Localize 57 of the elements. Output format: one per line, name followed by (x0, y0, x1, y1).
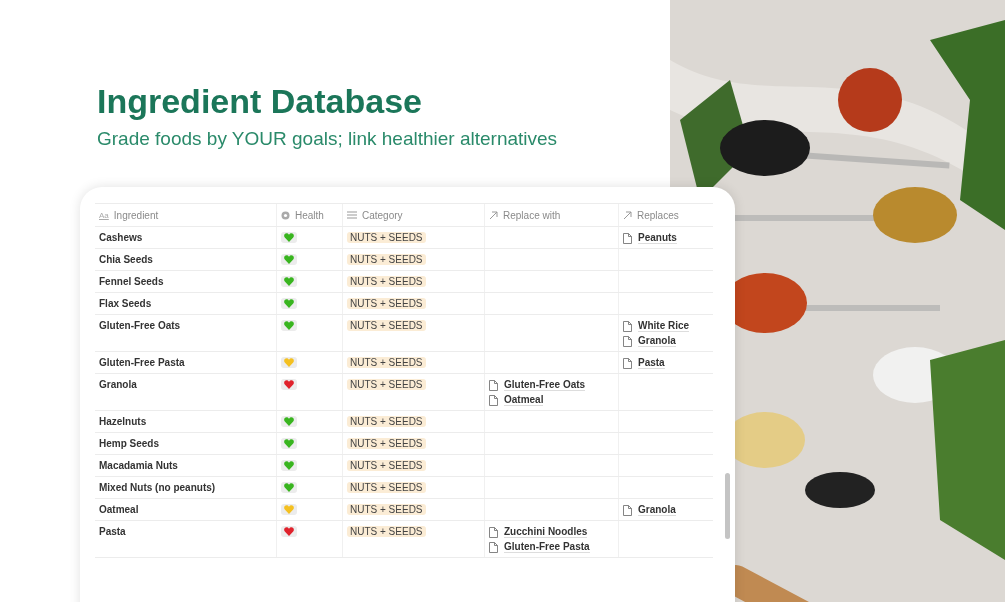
category-tag: NUTS + SEEDS (347, 504, 426, 515)
page-link[interactable]: Granola (638, 504, 676, 516)
page-link[interactable]: Pasta (638, 357, 665, 369)
column-header[interactable]: Replace with (503, 209, 561, 221)
category-tag: NUTS + SEEDS (347, 357, 426, 368)
page-icon (489, 394, 498, 406)
page-link[interactable]: Gluten-Free Oats (504, 379, 586, 391)
page-icon (489, 541, 498, 553)
ingredient-name[interactable]: Pasta (99, 526, 126, 537)
category-tag: NUTS + SEEDS (347, 276, 426, 287)
page-link[interactable]: Gluten-Free Pasta (504, 541, 590, 553)
column-header[interactable]: Replaces (637, 209, 679, 221)
text-type-icon: Aa (99, 210, 109, 220)
page-icon (623, 357, 632, 369)
category-tag: NUTS + SEEDS (347, 298, 426, 309)
page-link[interactable]: Zucchini Noodles (504, 526, 588, 538)
page-icon (623, 232, 632, 244)
page-link[interactable]: Oatmeal (504, 394, 544, 406)
select-type-icon (281, 210, 290, 220)
category-tag: NUTS + SEEDS (347, 460, 426, 471)
category-tag: NUTS + SEEDS (347, 482, 426, 493)
column-header[interactable]: Health (295, 209, 324, 221)
column-header[interactable]: Ingredient (113, 209, 159, 221)
ingredient-name[interactable]: Gluten-Free Pasta (99, 357, 185, 368)
page-icon (623, 335, 632, 347)
arrow-icon (623, 210, 632, 220)
page-link[interactable]: White Rice (638, 320, 690, 332)
category-tag: NUTS + SEEDS (347, 320, 426, 331)
page-icon (623, 320, 632, 332)
column-header[interactable]: Category (362, 209, 403, 221)
page-title: Ingredient Database (97, 81, 423, 122)
ingredient-name[interactable]: Oatmeal (99, 504, 139, 515)
ingredient-name[interactable]: Flax Seeds (99, 298, 152, 309)
page-link[interactable]: Peanuts (638, 232, 677, 244)
ingredient-name[interactable]: Macadamia Nuts (99, 460, 178, 471)
ingredient-name[interactable]: Fennel Seeds (99, 276, 164, 287)
page-icon (489, 526, 498, 538)
ingredient-name[interactable]: Cashews (99, 232, 143, 243)
category-tag: NUTS + SEEDS (347, 254, 426, 265)
ingredient-name[interactable]: Gluten-Free Oats (99, 320, 181, 331)
ingredient-name[interactable]: Hemp Seeds (99, 438, 160, 449)
page-subtitle: Grade foods by YOUR goals; link healthier alternatives (97, 128, 559, 150)
category-tag: NUTS + SEEDS (347, 438, 426, 449)
page-icon (489, 379, 498, 391)
list-icon (347, 211, 357, 219)
category-tag: NUTS + SEEDS (347, 526, 426, 537)
ingredient-name[interactable]: Mixed Nuts (no peanuts) (99, 482, 216, 493)
ingredient-name[interactable]: Hazelnuts (99, 416, 147, 427)
category-tag: NUTS + SEEDS (347, 416, 426, 427)
page-icon (623, 504, 632, 516)
ingredient-name[interactable]: Chia Seeds (99, 254, 153, 265)
ingredient-name[interactable]: Granola (99, 379, 137, 390)
category-tag: NUTS + SEEDS (347, 379, 426, 390)
category-tag: NUTS + SEEDS (347, 232, 426, 243)
scrollbar[interactable] (725, 473, 730, 539)
page-link[interactable]: Granola (638, 335, 676, 347)
arrow-icon (489, 210, 498, 220)
